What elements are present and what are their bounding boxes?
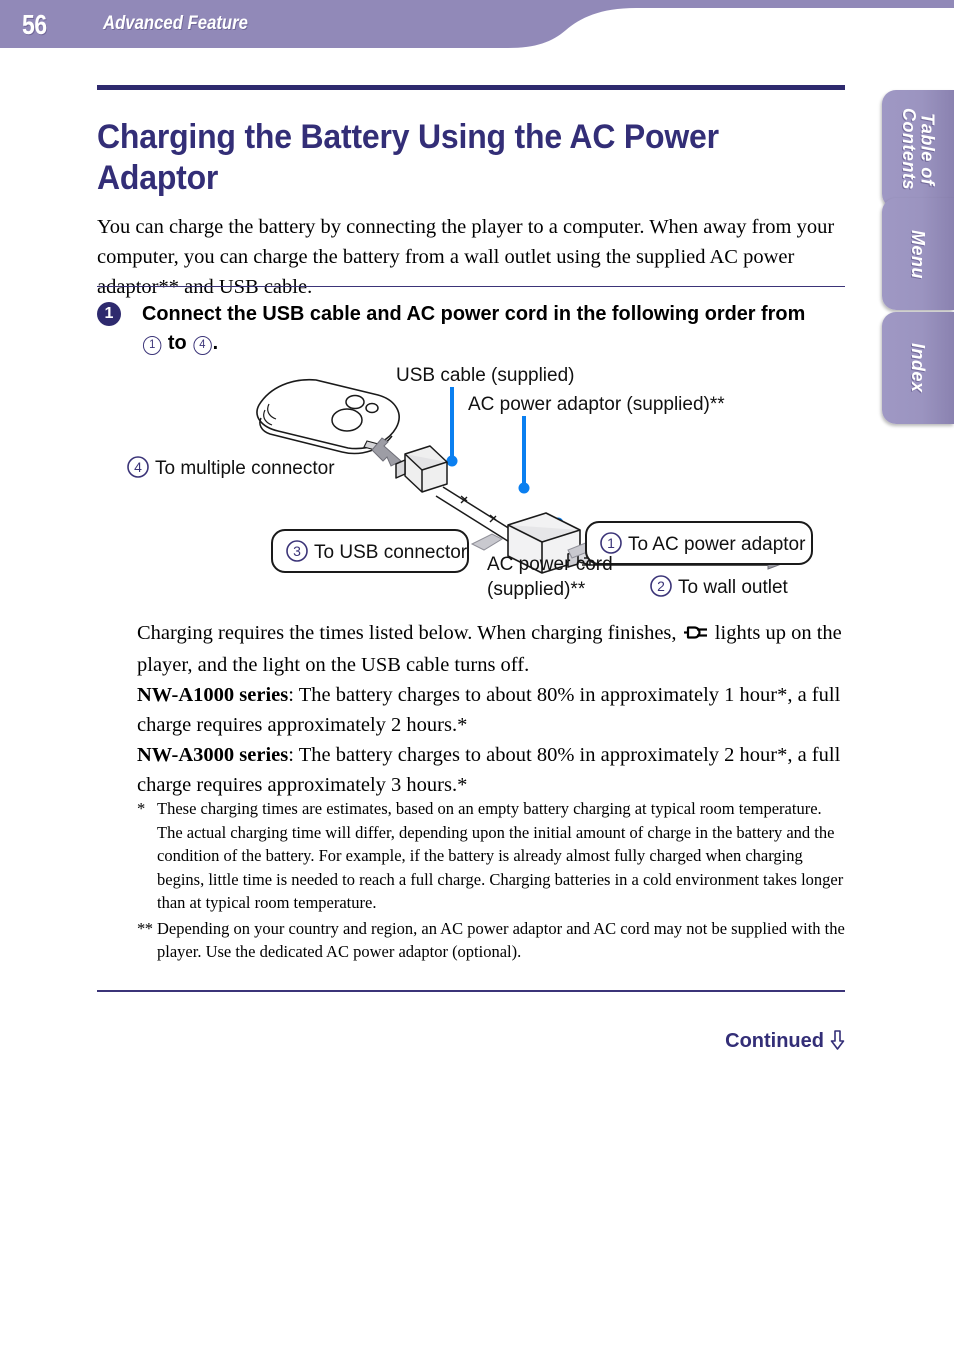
inline-circle-1: 1 (142, 336, 162, 355)
svg-text:To USB connector: To USB connector (314, 542, 468, 563)
header-section-title: Advanced Feature (103, 13, 248, 34)
step-number-badge: 1 (97, 302, 121, 326)
inline-circle-4: 4 (193, 336, 212, 355)
callout-2-to-wall-outlet: 2 To wall outlet (650, 575, 789, 598)
label-ac-power-adaptor: AC power adaptor (supplied)** (468, 394, 725, 415)
svg-text:To wall outlet: To wall outlet (678, 577, 789, 598)
svg-text:1: 1 (607, 535, 615, 551)
callout-1-to-ac-power-adaptor: 1 To AC power adaptor (585, 521, 813, 565)
footnote-single-asterisk: * These charging times are estimates, ba… (137, 797, 849, 915)
page-title: Charging the Battery Using the AC Power … (97, 117, 719, 198)
bottom-rule (97, 990, 845, 992)
callout-4-to-multiple-connector: 4 To multiple connector (127, 456, 335, 479)
label-ac-power-cord-1: AC power cord (487, 554, 613, 575)
side-tab-table-of-contents[interactable]: Table of Contents (882, 90, 954, 208)
page-number: 56 (22, 9, 47, 40)
side-tab-label: Menu (908, 229, 929, 279)
step-1-row: 1 Connect the USB cable and AC power cor… (97, 299, 849, 357)
footnote-double-asterisk: ** Depending on your country and region,… (137, 917, 849, 964)
step-divider-rule (97, 286, 845, 287)
continued-footer: Continued (97, 1030, 845, 1056)
intro-paragraph: You can charge the battery by connecting… (97, 215, 835, 298)
continued-label: Continued (725, 1030, 824, 1052)
svg-text:To multiple connector: To multiple connector (155, 458, 335, 479)
svg-text:4: 4 (134, 459, 142, 475)
side-tab-label: Table of Contents (899, 108, 938, 190)
footnote-text: Depending on your country and region, an… (157, 918, 845, 962)
callout-3-to-usb-connector: 3 To USB connector (271, 529, 469, 573)
charging-times-paragraph: Charging requires the times listed below… (137, 618, 853, 800)
svg-text:To AC power adaptor: To AC power adaptor (628, 534, 806, 555)
title-top-rule (97, 85, 845, 90)
side-tab-index[interactable]: Index (882, 312, 954, 424)
arrow-down-icon (830, 1030, 845, 1056)
charging-connection-diagram: 3 To USB connector 1 To AC power adaptor… (120, 358, 860, 610)
footnote-marker: * (137, 799, 146, 818)
step-text-middle: to (162, 331, 193, 354)
label-ac-power-cord-2: (supplied)** (487, 579, 586, 600)
step-1-instruction: Connect the USB cable and AC power cord … (142, 299, 828, 357)
footnotes: * These charging times are estimates, ba… (137, 797, 849, 966)
series-label-a3000: NW-A3000 series (137, 744, 289, 766)
side-tab-menu[interactable]: Menu (882, 198, 954, 310)
svg-text:3: 3 (293, 543, 301, 559)
step-text-before: Connect the USB cable and AC power cord … (142, 302, 806, 325)
footnote-marker: ** (137, 918, 153, 938)
body-line-1a: Charging requires the times listed below… (137, 622, 682, 644)
label-usb-cable: USB cable (supplied) (396, 365, 574, 386)
plug-icon (683, 620, 709, 650)
side-tab-label: Index (908, 343, 929, 393)
series-label-a1000: NW-A1000 series (137, 684, 289, 706)
svg-text:2: 2 (657, 578, 665, 594)
footnote-text: These charging times are estimates, base… (157, 799, 844, 912)
step-text-after: . (212, 331, 219, 354)
